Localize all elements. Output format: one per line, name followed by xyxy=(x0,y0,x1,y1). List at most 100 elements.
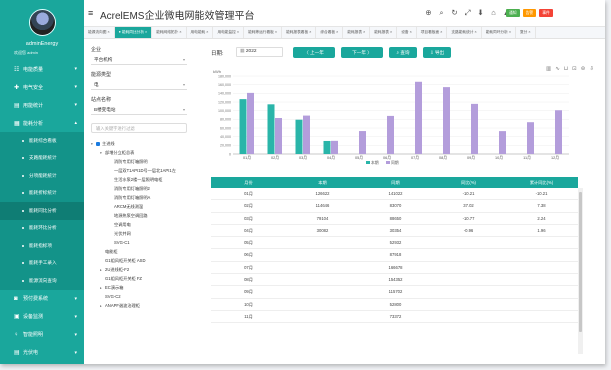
chevron-down-icon: ▾ xyxy=(74,331,77,338)
bar-current xyxy=(295,119,303,154)
query-button[interactable]: ⌕ 查询 xyxy=(389,47,417,58)
toolbar-icon[interactable]: ⤢ xyxy=(463,8,472,17)
tree-node-label: G1组风柜开关柜 FZ xyxy=(105,276,142,281)
table-scrollbar[interactable] xyxy=(578,188,583,354)
page-tab[interactable]: 能耗报表 × xyxy=(370,27,398,38)
sidebar-subitem[interactable]: 能耗综合看板 xyxy=(0,132,84,150)
page-tab[interactable]: 能耗同环分析 × xyxy=(482,27,516,38)
bar-previous xyxy=(471,103,478,154)
page-tab[interactable]: 用电能耗 × xyxy=(187,27,214,38)
export-button[interactable]: ⇩ 导出 xyxy=(423,47,451,58)
page-tab[interactable]: 复分 × xyxy=(516,27,536,38)
notification-badge[interactable]: 事件 xyxy=(539,9,553,17)
tree-node[interactable]: ▸ ANAPF谐波治理柜 xyxy=(91,301,191,310)
y-tick-label: 120,000 xyxy=(218,100,231,104)
sidebar-item[interactable]: ♀ 智能照明 ▾ xyxy=(0,326,84,344)
notification-badge[interactable]: 通知 xyxy=(506,9,520,17)
toolbar-icon[interactable]: ⬇ xyxy=(476,8,485,17)
tree-node[interactable]: ARCM无线测温 xyxy=(91,202,191,211)
tree-node[interactable]: 消防专用灯箱照明2 xyxy=(91,184,191,193)
sidebar-item-icon: ▣ xyxy=(14,314,20,320)
menu-toggle-icon[interactable]: ≡ xyxy=(88,8,93,18)
chevron-icon: ▾ xyxy=(74,66,77,72)
sidebar-subitem[interactable]: 能耗同比分析 xyxy=(0,202,84,220)
page-tab[interactable]: ● 能耗同比分析 × xyxy=(114,27,153,38)
page-tab[interactable]: 能耗报表 × xyxy=(343,27,371,38)
page-tab[interactable]: 能源流向图 × xyxy=(84,27,115,38)
y-tick-label: 60,000 xyxy=(220,126,231,130)
tree-node[interactable]: G1组风柜开关柜 ASD xyxy=(91,256,191,265)
tree-node[interactable]: 空调用电 xyxy=(91,220,191,229)
bar-previous xyxy=(387,115,394,154)
user-avatar[interactable] xyxy=(29,9,56,36)
tree-node[interactable]: G1组风柜开关柜 FZ xyxy=(91,274,191,283)
tree-node-label: 消防专用灯箱照明A xyxy=(114,195,151,200)
page-tab[interactable]: 设备 × xyxy=(397,27,417,38)
page-tab[interactable]: 综合看板 × xyxy=(316,27,344,38)
page-tab[interactable]: 用电能监控 × xyxy=(213,27,245,38)
table-cell xyxy=(432,237,505,248)
page-tab[interactable]: 项目看板面 × xyxy=(417,27,448,38)
company-select[interactable]: 平台机构 ▾ xyxy=(91,55,187,65)
sidebar-subitem[interactable]: 支路能耗统计 xyxy=(0,149,84,167)
table-cell: 30354 xyxy=(389,227,402,233)
sidebar-subitem[interactable]: 能耗指标项 xyxy=(0,237,84,255)
prev-year-button[interactable]: 〈 上一年 xyxy=(293,47,335,58)
sidebar-item-icon: ✚ xyxy=(14,84,20,91)
energy-select[interactable]: 电 ▾ xyxy=(91,80,187,90)
table-body: 01月 126622 141022 -10.21 -10.21 02月 114646 8307… xyxy=(211,188,578,324)
sidebar-subitem[interactable]: 能耗折标统计 xyxy=(0,184,84,202)
toolbar-icon[interactable]: ⌕ xyxy=(437,8,446,17)
checkbox-icon[interactable] xyxy=(96,141,100,146)
tree-node[interactable]: 一层双T1API1D号一层北1API1左 xyxy=(91,166,191,175)
table-cell: 52800 xyxy=(389,301,402,307)
sidebar-item[interactable]: ☷ 电能质量 ▾ xyxy=(0,60,84,78)
tree-search-input[interactable]: 输入关键字进行过滤 xyxy=(91,123,187,133)
sidebar-item[interactable]: ✚ 电气安全 ▾ xyxy=(0,78,84,96)
sidebar-item[interactable]: ▦ 能耗分析 ▴ xyxy=(0,114,84,132)
energy-value: 电 xyxy=(94,82,99,87)
tree-node[interactable]: ▸ EC演示箱 xyxy=(91,283,191,292)
next-year-button[interactable]: 下一年 〉 xyxy=(341,47,383,58)
bar-previous xyxy=(415,81,422,154)
page-tab[interactable]: 能耗网络拓扑 × xyxy=(152,27,187,38)
year-picker[interactable]: ▦ 2022 xyxy=(236,47,283,57)
table-cell xyxy=(286,299,359,310)
tree-node[interactable]: ▾ 主进线 xyxy=(91,139,191,148)
sidebar-subitem[interactable]: 能源流向查询 xyxy=(0,272,84,290)
tree-node-label: 空调用电 xyxy=(114,222,131,227)
sidebar-subitem-label: 能耗指标项 xyxy=(29,242,52,248)
scrollbar-thumb[interactable] xyxy=(579,192,582,332)
table-cell xyxy=(505,311,578,322)
tree-node[interactable]: 生活水泵2楼一层照明电柜 xyxy=(91,175,191,184)
toolbar-icon[interactable]: ⌂ xyxy=(489,8,498,17)
x-tick-label: 05月 xyxy=(355,155,363,160)
tree-node[interactable]: ▸ 2U进线柜-F2 xyxy=(91,265,191,274)
table-cell: 02月 xyxy=(244,203,253,209)
y-tick-label: 20,000 xyxy=(220,144,231,148)
sidebar-subitem[interactable]: 能耗手工录入 xyxy=(0,254,84,272)
page-tab[interactable]: 支路能耗统计 × xyxy=(447,27,482,38)
sidebar-item[interactable]: ▥运行与维护▾ xyxy=(0,362,84,365)
sidebar-item[interactable]: ◙ 预付费系统 ▾ xyxy=(0,290,84,308)
tree-node[interactable]: 电能柜 xyxy=(91,247,191,256)
page-tab[interactable]: 能耗等运行看板 × xyxy=(244,27,283,38)
notification-badge[interactable]: 告警 xyxy=(522,9,537,17)
sidebar-item[interactable]: ▣ 设备监测 ▾ xyxy=(0,308,84,326)
toolbar-icon[interactable]: ↻ xyxy=(450,8,459,17)
chevron-down-icon: ▾ xyxy=(74,349,77,356)
tree-node[interactable]: 消防专用灯箱照明 xyxy=(91,157,191,166)
tree-node[interactable]: ▾ 部增分立柜总表 xyxy=(91,148,191,157)
station-select[interactable]: B楼变电站 ▾ xyxy=(91,105,187,115)
tree-node[interactable]: 消防专用灯箱照明A xyxy=(91,193,191,202)
sidebar-item[interactable]: ▤ 用能统计 ▾ xyxy=(0,96,84,114)
page-tab[interactable]: 能耗报表看板 × xyxy=(282,27,317,38)
tree-node[interactable]: 地源热泵空调回路 xyxy=(91,211,191,220)
sidebar-item[interactable]: ▤ 光伏电 ▾ xyxy=(0,344,84,362)
tree-node[interactable]: SVG-C2 xyxy=(91,292,191,301)
toolbar-icon[interactable]: ⊕ xyxy=(424,8,433,17)
sidebar-subitem[interactable]: 能耗环比分析 xyxy=(0,219,84,237)
tree-node[interactable]: SVG-C1 xyxy=(91,238,191,247)
tree-node[interactable]: 光伏并网 xyxy=(91,229,191,238)
sidebar-subitem[interactable]: 分项能耗统计 xyxy=(0,167,84,185)
